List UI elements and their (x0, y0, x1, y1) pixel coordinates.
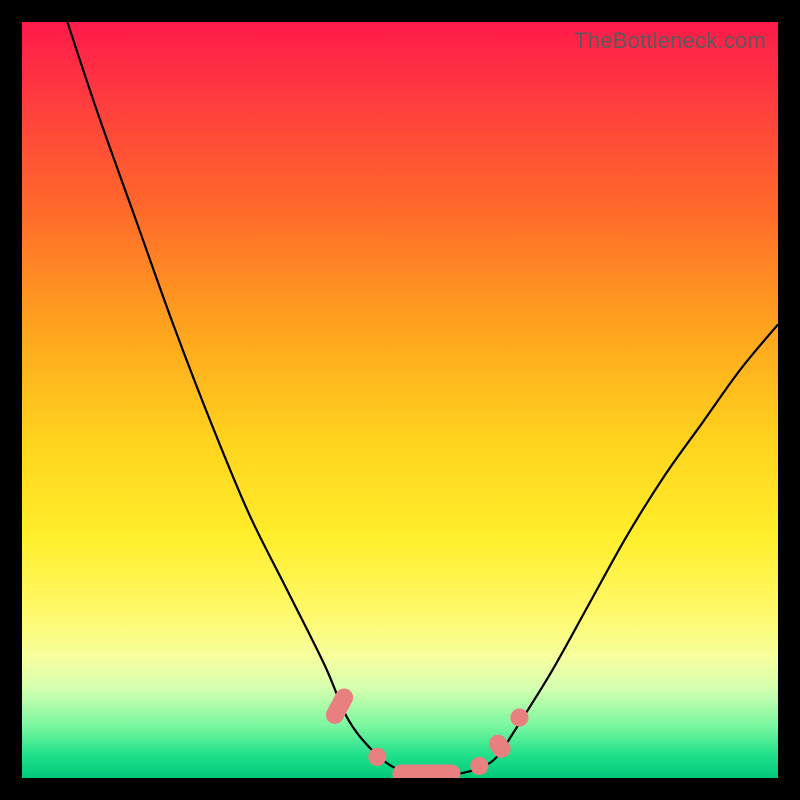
marker-pill (485, 731, 514, 761)
marker-pill (392, 764, 460, 778)
marker-dot (368, 748, 386, 766)
bottleneck-curve (67, 22, 778, 776)
marker-pill (323, 685, 357, 727)
chart-frame: TheBottleneck.com (0, 0, 800, 800)
marker-dot (470, 757, 488, 775)
plot-area: TheBottleneck.com (22, 22, 778, 778)
marker-group (323, 685, 529, 778)
marker-dot (510, 708, 528, 726)
chart-svg (22, 22, 778, 778)
